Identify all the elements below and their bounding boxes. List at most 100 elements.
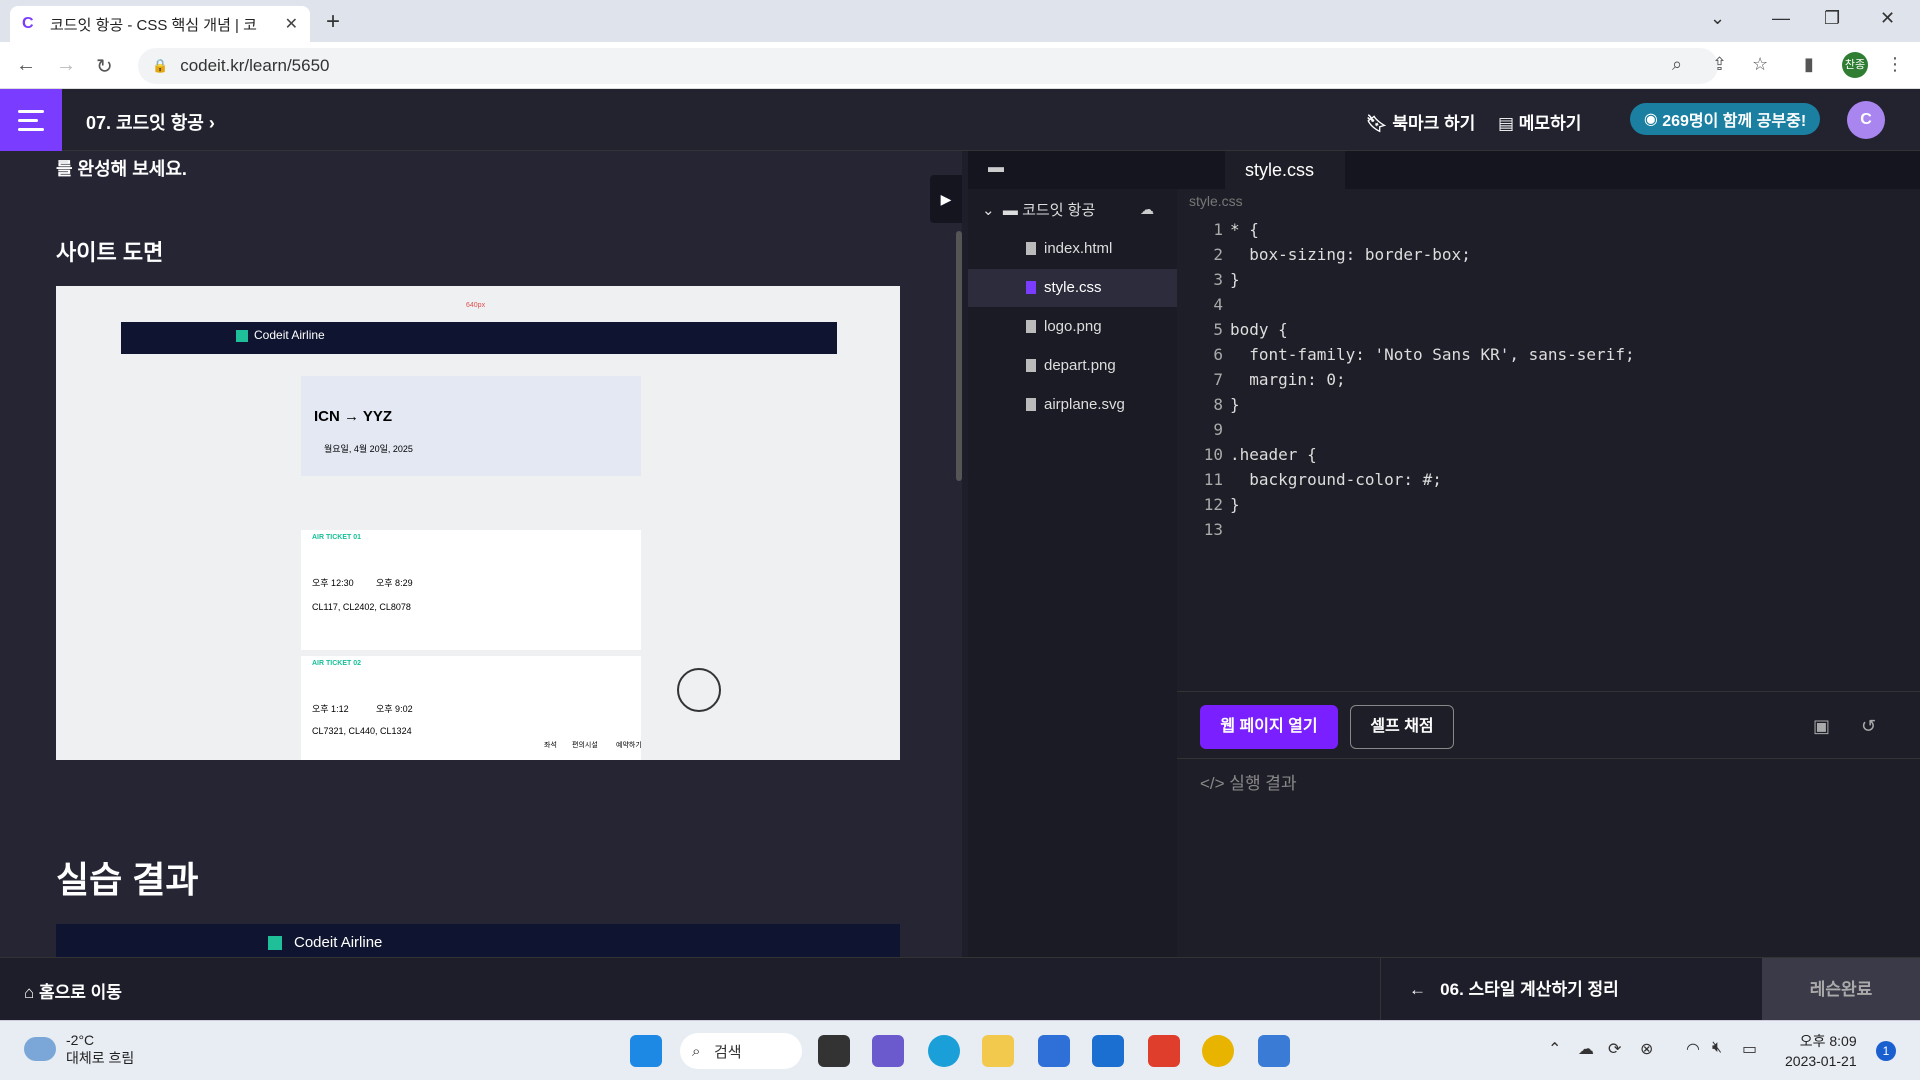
minimize-icon[interactable]: —	[1772, 8, 1790, 29]
run-result-label: </> 실행 결과	[1200, 774, 1297, 793]
weather-widget[interactable]: -2°C 대체로 흐림	[24, 1031, 134, 1067]
code-line[interactable]: box-sizing: border-box;	[1230, 242, 1471, 267]
wifi-icon[interactable]: ◠	[1686, 1039, 1700, 1059]
breadcrumb[interactable]: 07. 코드잇 항공 ›	[86, 109, 215, 135]
edge-icon[interactable]	[928, 1035, 960, 1067]
code-line[interactable]: background-color: #;	[1230, 467, 1442, 492]
chrome-icon[interactable]	[1202, 1035, 1234, 1067]
result-logo-icon	[268, 936, 282, 950]
forward-icon[interactable]: →	[56, 54, 76, 77]
battery-icon[interactable]: ▭	[1742, 1039, 1757, 1059]
sidepanel-icon[interactable]: ▮	[1804, 54, 1814, 75]
menu-bar-icon	[18, 109, 44, 113]
code-line[interactable]: .header {	[1230, 442, 1317, 467]
zoom-icon[interactable]: ⌕	[1672, 54, 1682, 75]
task-view-icon[interactable]	[818, 1035, 850, 1067]
close-circle-icon[interactable]: ⊗	[1640, 1039, 1653, 1059]
code-line[interactable]: font-family: 'Noto Sans KR', sans-serif;	[1230, 342, 1634, 367]
code-line[interactable]: }	[1230, 492, 1240, 517]
mail-icon[interactable]	[1092, 1035, 1124, 1067]
file-item[interactable]: style.css	[968, 269, 1177, 307]
content-scrollbar[interactable]	[956, 231, 962, 481]
sync-icon[interactable]: ⟳	[1608, 1039, 1621, 1059]
file-name: style.css	[1044, 279, 1102, 296]
speaker-muted-icon[interactable]: 🔇︎	[1712, 1039, 1722, 1057]
file-item[interactable]: logo.png	[968, 308, 1177, 346]
code-line[interactable]: margin: 0;	[1230, 367, 1345, 392]
editor-file-path: style.css	[1189, 193, 1243, 209]
notepad-icon[interactable]	[1258, 1035, 1290, 1067]
line-number: 7	[1213, 370, 1223, 389]
diagram-width-label: 640px	[466, 302, 486, 309]
live-studying-badge: ◉ 269명이 함께 공부중!	[1630, 103, 1820, 135]
file-explorer-icon[interactable]	[982, 1035, 1014, 1067]
file-item[interactable]: index.html	[968, 230, 1177, 268]
file-icon	[1026, 359, 1036, 372]
notification-badge[interactable]: 1	[1876, 1041, 1896, 1061]
eye-icon: ◉	[1643, 111, 1663, 128]
browser-tab[interactable]: C 코드잇 항공 - CSS 핵심 개념 | 코 ✕	[10, 6, 310, 42]
store-icon[interactable]	[1038, 1035, 1070, 1067]
memo-button[interactable]: ▤ 메모하기	[1498, 109, 1581, 134]
result-preview-header: Codeit Airline	[56, 924, 900, 957]
kebab-menu-icon[interactable]: ⋮	[1886, 54, 1904, 75]
onedrive-icon[interactable]: ☁	[1578, 1039, 1594, 1059]
editor-tab[interactable]: style.css	[1225, 151, 1345, 189]
codeit-favicon-icon: C	[22, 15, 34, 32]
chevron-down-icon: ⌄	[982, 202, 995, 219]
open-page-button[interactable]: 웹 페이지 열기	[1200, 705, 1338, 749]
line-number: 3	[1213, 270, 1223, 289]
home-button[interactable]: ⌂ 홈으로 이동	[24, 978, 122, 1003]
profile-avatar[interactable]: 찬종	[1842, 52, 1868, 78]
start-icon[interactable]	[630, 1035, 662, 1067]
back-icon[interactable]: ←	[16, 54, 36, 77]
code-line[interactable]: body {	[1230, 317, 1288, 342]
self-grade-button[interactable]: 셀프 채점	[1350, 705, 1454, 749]
home-icon: ⌂	[24, 983, 35, 1002]
save-icon[interactable]: ▣	[1813, 716, 1830, 737]
url-field[interactable]: 🔒 codeit.kr/learn/5650	[138, 48, 1718, 84]
share-icon[interactable]: ⇪	[1712, 54, 1727, 75]
diagram-opt: 편의시설	[572, 742, 598, 749]
search-label: 검색	[714, 1043, 742, 1061]
code-line[interactable]: }	[1230, 392, 1240, 417]
prev-lesson-button[interactable]: ← 06. 스타일 계산하기 정리	[1380, 958, 1762, 1021]
restore-icon[interactable]: ❐	[1824, 8, 1840, 29]
close-window-icon[interactable]: ✕	[1880, 8, 1895, 29]
new-tab-icon[interactable]: +	[326, 8, 340, 36]
lesson-complete-button[interactable]: 레슨완료	[1762, 958, 1920, 1021]
folder-name: 코드잇 항공	[1022, 202, 1096, 219]
office-icon[interactable]	[1148, 1035, 1180, 1067]
history-icon[interactable]: ↺	[1861, 716, 1876, 737]
folder-row[interactable]: ⌄ ▬ 코드잇 항공	[982, 199, 1095, 220]
browser-tab-strip: C 코드잇 항공 - CSS 핵심 개념 | 코 ✕ + ⌄ — ❐ ✕	[0, 0, 1920, 42]
teams-icon[interactable]	[872, 1035, 904, 1067]
line-number: 13	[1203, 520, 1223, 539]
user-avatar[interactable]: C	[1847, 101, 1885, 139]
collapse-panel-button[interactable]: ▶	[930, 175, 962, 223]
star-icon[interactable]: ☆	[1752, 54, 1768, 75]
file-item[interactable]: depart.png	[968, 347, 1177, 385]
file-item[interactable]: airplane.svg	[968, 386, 1177, 424]
taskbar: -2°C 대체로 흐림 ⌕ 검색 ⌃ ☁ ⟳ ⊗ ◠ 🔇︎ ▭ 오후 8:09 202…	[0, 1020, 1920, 1080]
taskbar-search[interactable]: ⌕ 검색	[680, 1033, 802, 1069]
diagram-time2: 오후 1:12	[312, 704, 349, 714]
line-number: 1	[1213, 220, 1223, 239]
close-tab-icon[interactable]: ✕	[285, 14, 298, 34]
tab-search-icon[interactable]: ⌄	[1710, 8, 1725, 29]
cloud-upload-icon[interactable]: ☁	[1140, 201, 1154, 218]
diagram-ticket2: AIR TICKET 02	[312, 660, 362, 667]
code-line[interactable]: * {	[1230, 217, 1259, 242]
clock[interactable]: 오후 8:09 2023-01-21	[1785, 1031, 1857, 1071]
diagram-route: ICN → YYZ	[314, 408, 393, 425]
diagram-search-card	[301, 376, 641, 476]
line-number: 12	[1203, 495, 1223, 514]
bookmark-button[interactable]: 🔖︎ 북마크 하기	[1366, 109, 1475, 134]
code-line[interactable]: }	[1230, 267, 1240, 292]
chevron-up-icon[interactable]: ⌃	[1548, 1039, 1561, 1059]
reload-icon[interactable]: ↻	[96, 54, 113, 79]
menu-button[interactable]	[0, 89, 62, 151]
file-tree: ▬ ⌄ ▬ 코드잇 항공 ☁ index.html style.css logo…	[968, 151, 1177, 957]
line-number: 10	[1203, 445, 1223, 464]
search-icon: ⌕	[692, 1042, 701, 1060]
